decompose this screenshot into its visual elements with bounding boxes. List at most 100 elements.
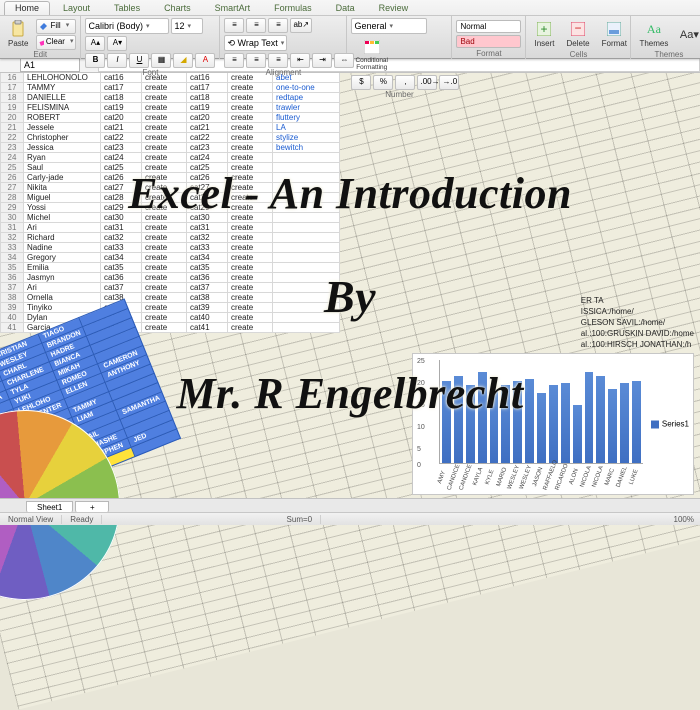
table-row[interactable]: 18DANIELLEcat18createcat18createredtape xyxy=(1,93,340,103)
clipboard-icon xyxy=(9,20,27,38)
align-center-button[interactable]: ≡ xyxy=(246,53,266,68)
table-row[interactable]: 27Nikitacat27createcat27create xyxy=(1,183,340,193)
clear-button[interactable]: Clear▾ xyxy=(36,35,76,50)
group-title-edit: Edit xyxy=(4,50,76,60)
name-box[interactable]: A1 xyxy=(20,58,80,72)
table-row[interactable]: 26Carly-jadecat26createcat26create xyxy=(1,173,340,183)
insert-cell-button[interactable]: + Insert xyxy=(530,18,558,50)
table-row[interactable]: 34Gregorycat34createcat34create xyxy=(1,253,340,263)
chart-plot-area xyxy=(439,360,643,464)
fill-button[interactable]: Fill▾ xyxy=(36,19,76,34)
tab-home[interactable]: Home xyxy=(4,1,50,15)
table-row[interactable]: 19FELISMINAcat19createcat19createtrawler xyxy=(1,103,340,113)
zoom-level[interactable]: 100% xyxy=(674,515,700,524)
table-row[interactable]: 21Jesselecat21createcat21createLA xyxy=(1,123,340,133)
tab-charts[interactable]: Charts xyxy=(153,1,202,15)
table-row[interactable]: 32Richardcat32createcat32create xyxy=(1,233,340,243)
tab-formulas[interactable]: Formulas xyxy=(263,1,323,15)
percent-button[interactable]: % xyxy=(373,75,393,90)
group-title-cells: Cells xyxy=(530,50,626,60)
align-left-button[interactable]: ≡ xyxy=(224,53,244,68)
comma-button[interactable]: , xyxy=(395,75,415,90)
ytick: 15 xyxy=(417,402,425,409)
delete-cell-button[interactable]: − Delete xyxy=(562,18,593,50)
bar xyxy=(573,405,582,463)
conditional-formatting-button[interactable]: Conditional Formatting xyxy=(351,36,392,73)
bar xyxy=(490,389,499,463)
tab-review[interactable]: Review xyxy=(368,1,420,15)
status-sum: Sum=0 xyxy=(279,515,322,524)
table-row[interactable]: 37Aricat37createcat37create xyxy=(1,283,340,293)
italic-button[interactable]: I xyxy=(107,53,127,68)
group-title-number: Number xyxy=(351,90,447,100)
table-row[interactable]: 29Yossicat29createcat29create xyxy=(1,203,340,213)
align-middle-button[interactable]: ≡ xyxy=(246,18,266,33)
status-view[interactable]: Normal View xyxy=(0,515,62,524)
currency-button[interactable]: $ xyxy=(351,75,371,90)
increase-indent-button[interactable]: ⇥ xyxy=(312,53,332,68)
table-row[interactable]: 17TAMMYcat17createcat17createone-to-one xyxy=(1,83,340,93)
table-row[interactable]: 35Emiliacat35createcat35create xyxy=(1,263,340,273)
ribbon: Home Layout Tables Charts SmartArt Formu… xyxy=(0,0,700,59)
tab-layout[interactable]: Layout xyxy=(52,1,101,15)
eraser-icon xyxy=(39,38,43,47)
table-row[interactable]: 25Saulcat25createcat25create xyxy=(1,163,340,173)
style-bad[interactable]: Bad xyxy=(456,35,521,48)
format-cell-button[interactable]: Format xyxy=(598,18,631,50)
group-font: Calibri (Body)▾ 12▾ A▴ A▾ B I U ▦ ◢ A Fo… xyxy=(81,16,220,59)
align-top-button[interactable]: ≡ xyxy=(224,18,244,33)
table-row[interactable]: 40Dylancat40createcat40create xyxy=(1,313,340,323)
orientation-button[interactable]: ab↗ xyxy=(290,18,312,33)
group-edit: Paste Fill▾ Clear▾ Edit xyxy=(0,16,81,59)
tab-tables[interactable]: Tables xyxy=(103,1,151,15)
theme-colors-button[interactable]: Aa▾ xyxy=(676,23,700,45)
table-row[interactable]: 38Ornellacat38createcat38create xyxy=(1,293,340,303)
themes-button[interactable]: Aa Themes xyxy=(635,18,672,50)
group-alignment: ≡ ≡ ≡ ab↗ ⟲ Wrap Text▾ ≡ ≡ ≡ ⇤ ⇥ ⇔ Align… xyxy=(220,16,347,59)
bar xyxy=(466,385,475,463)
increase-decimal-button[interactable]: .00→ xyxy=(417,75,437,90)
table-row[interactable]: 23Jessicacat23createcat23createbewitch xyxy=(1,143,340,153)
paint-bucket-icon: ◢ xyxy=(180,55,186,64)
align-bottom-button[interactable]: ≡ xyxy=(268,18,288,33)
table-row[interactable]: 30Michelcat30createcat30create xyxy=(1,213,340,223)
font-color-button[interactable]: A xyxy=(195,53,215,68)
fill-color-button[interactable]: ◢ xyxy=(173,53,193,68)
table-row[interactable]: 28Miguelcat28createcat28create xyxy=(1,193,340,203)
font-name-select[interactable]: Calibri (Body)▾ xyxy=(85,18,169,34)
bar xyxy=(454,376,463,463)
format-icon xyxy=(605,20,623,38)
bar xyxy=(525,379,534,463)
border-button[interactable]: ▦ xyxy=(151,53,171,68)
wrap-text-button[interactable]: ⟲ Wrap Text▾ xyxy=(224,35,287,51)
bold-button[interactable]: B xyxy=(85,53,105,68)
underline-button[interactable]: U xyxy=(129,53,149,68)
insert-icon: + xyxy=(535,20,553,38)
decrease-font-button[interactable]: A▾ xyxy=(107,36,127,51)
table-row[interactable]: 36Jasmyncat36createcat36create xyxy=(1,273,340,283)
bar xyxy=(561,383,570,463)
decrease-decimal-button[interactable]: →.0 xyxy=(439,75,459,90)
increase-font-button[interactable]: A▴ xyxy=(85,36,105,51)
group-title-font: Font xyxy=(85,68,215,78)
table-row[interactable]: 39Tinyikocat39createcat39create xyxy=(1,303,340,313)
align-right-button[interactable]: ≡ xyxy=(268,53,288,68)
font-size-select[interactable]: 12▾ xyxy=(171,18,203,34)
decrease-indent-button[interactable]: ⇤ xyxy=(290,53,310,68)
table-row[interactable]: 31Aricat31createcat31create xyxy=(1,223,340,233)
table-row[interactable]: 24Ryancat24createcat24create xyxy=(1,153,340,163)
paste-button[interactable]: Paste xyxy=(4,18,32,50)
table-row[interactable]: 20ROBERTcat20createcat20createfluttery xyxy=(1,113,340,123)
tab-smartart[interactable]: SmartArt xyxy=(204,1,262,15)
table-row[interactable]: 22Christophercat22createcat22createstyli… xyxy=(1,133,340,143)
tab-data[interactable]: Data xyxy=(325,1,366,15)
svg-text:−: − xyxy=(575,22,582,35)
style-normal[interactable]: Normal xyxy=(456,20,521,33)
status-state: Ready xyxy=(62,515,102,524)
ytick: 0 xyxy=(417,462,421,469)
bar xyxy=(549,385,558,463)
bar xyxy=(501,385,510,463)
themes-icon: Aa xyxy=(645,20,663,38)
number-format-select[interactable]: General▾ xyxy=(351,18,427,34)
table-row[interactable]: 33Nadinecat33createcat33create xyxy=(1,243,340,253)
